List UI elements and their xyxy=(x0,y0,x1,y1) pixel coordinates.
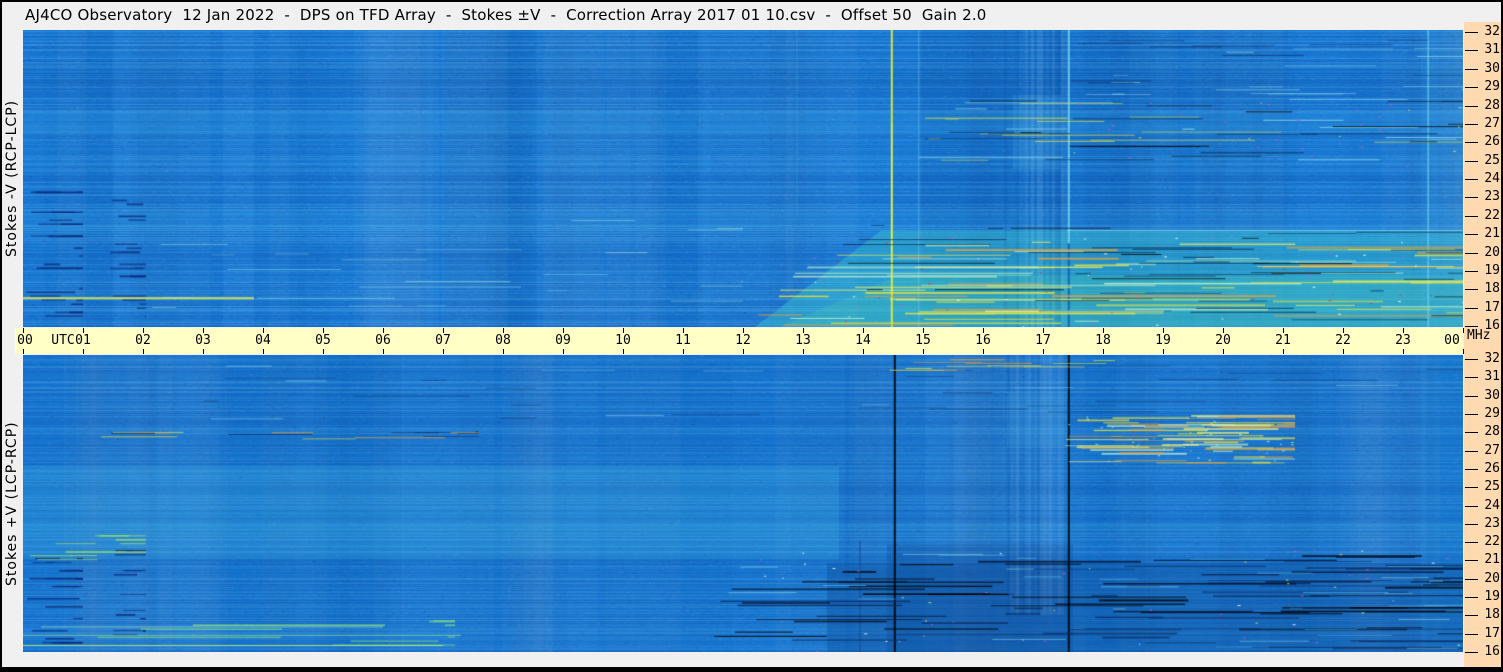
hour-tick xyxy=(1163,349,1164,354)
hour-label: 10 xyxy=(615,333,631,348)
freq-label: 23 xyxy=(1484,516,1500,531)
hour-tick xyxy=(923,349,924,354)
hour-tick xyxy=(623,349,624,354)
freq-label: 20 xyxy=(1484,571,1500,586)
hour-label: 20 xyxy=(1215,333,1231,348)
freq-axis-unit: MHz xyxy=(1467,328,1491,343)
hour-label: 04 xyxy=(255,333,271,348)
freq-label: 28 xyxy=(1484,98,1500,113)
freq-label: 24 xyxy=(1484,498,1500,513)
bottom-panel-ylabel: Stokes +V (LCP-RCP) xyxy=(4,421,20,586)
top-panel-ylabel: Stokes -V (RCP-LCP) xyxy=(4,99,20,258)
hour-label: 12 xyxy=(735,333,751,348)
hour-tick xyxy=(1043,349,1044,354)
freq-label: 29 xyxy=(1484,79,1500,94)
freq-label: 26 xyxy=(1484,461,1500,476)
hour-label: 19 xyxy=(1155,333,1171,348)
hour-tick xyxy=(863,349,864,354)
hour-label: 07 xyxy=(435,333,451,348)
freq-label: 25 xyxy=(1484,479,1500,494)
hour-label: 09 xyxy=(555,333,571,348)
hour-label: 18 xyxy=(1095,333,1111,348)
freq-label: 30 xyxy=(1484,388,1500,403)
hour-label: 15 xyxy=(915,333,931,348)
freq-label: 24 xyxy=(1484,171,1500,186)
time-axis-unit: UTC xyxy=(51,333,75,348)
hour-tick xyxy=(1103,349,1104,354)
hour-tick xyxy=(323,349,324,354)
freq-label: 29 xyxy=(1484,406,1500,421)
hour-label: 11 xyxy=(675,333,691,348)
hour-label: 14 xyxy=(855,333,871,348)
freq-label: 20 xyxy=(1484,245,1500,260)
freq-label: 23 xyxy=(1484,189,1500,204)
hour-tick xyxy=(983,349,984,354)
hour-tick xyxy=(203,349,204,354)
hour-tick xyxy=(1343,349,1344,354)
freq-label: 18 xyxy=(1484,607,1500,622)
freq-label: 22 xyxy=(1484,534,1500,549)
spectrogram-stokes-minus-v xyxy=(23,30,1463,327)
hour-tick xyxy=(263,349,264,354)
freq-label: 30 xyxy=(1484,61,1500,76)
freq-label: 19 xyxy=(1484,263,1500,278)
hour-label: 03 xyxy=(195,333,211,348)
hour-label: 16 xyxy=(975,333,991,348)
freq-label: 16 xyxy=(1484,644,1500,659)
freq-label: 17 xyxy=(1484,300,1500,315)
frequency-axis: 32 31 30 29 28 27 26 25 24 23 22 21 20 19 18 17 16 32 31 30… xyxy=(1464,22,1501,667)
hour-tick xyxy=(1223,349,1224,354)
freq-label: 25 xyxy=(1484,153,1500,168)
freq-label: 21 xyxy=(1484,552,1500,567)
freq-label: 22 xyxy=(1484,208,1500,223)
hour-label: 13 xyxy=(795,333,811,348)
hour-tick xyxy=(443,349,444,354)
freq-label: 18 xyxy=(1484,281,1500,296)
freq-label: 19 xyxy=(1484,589,1500,604)
freq-label: 27 xyxy=(1484,443,1500,458)
hour-tick xyxy=(683,349,684,354)
freq-label: 17 xyxy=(1484,626,1500,641)
hour-tick xyxy=(503,349,504,354)
freq-label: 21 xyxy=(1484,226,1500,241)
hour-tick xyxy=(563,349,564,354)
window-title: AJ4CO Observatory 12 Jan 2022 - DPS on T… xyxy=(25,6,987,24)
time-axis: 00 01 02 03 04 05 06 07 08 09 10 11 12 13 14 15 16 17 18 19… xyxy=(15,328,1464,354)
hour-tick xyxy=(383,349,384,354)
freq-label: 32 xyxy=(1484,24,1500,39)
freq-label: 27 xyxy=(1484,116,1500,131)
hour-label: 02 xyxy=(135,333,151,348)
hour-label: 21 xyxy=(1275,333,1291,348)
hour-tick xyxy=(23,349,24,354)
freq-label: 26 xyxy=(1484,134,1500,149)
hour-tick xyxy=(143,349,144,354)
hour-tick xyxy=(1403,349,1404,354)
hour-tick xyxy=(1283,349,1284,354)
hour-tick xyxy=(83,349,84,354)
hour-tick xyxy=(743,349,744,354)
hour-label: 00 xyxy=(1444,333,1460,348)
freq-label: 28 xyxy=(1484,424,1500,439)
hour-label: 00 xyxy=(17,333,33,348)
hour-label: 23 xyxy=(1395,333,1411,348)
dps-app-window: AJ4CO Observatory 12 Jan 2022 - DPS on T… xyxy=(0,0,1503,672)
hour-label: 08 xyxy=(495,333,511,348)
hour-label: 22 xyxy=(1335,333,1351,348)
hour-label: 06 xyxy=(375,333,391,348)
freq-label: 32 xyxy=(1484,351,1500,366)
hour-tick xyxy=(803,349,804,354)
spectrogram-stokes-plus-v xyxy=(23,355,1463,652)
freq-label: 31 xyxy=(1484,369,1500,384)
hour-label: 05 xyxy=(315,333,331,348)
freq-label: 31 xyxy=(1484,42,1500,57)
hour-label: 17 xyxy=(1035,333,1051,348)
